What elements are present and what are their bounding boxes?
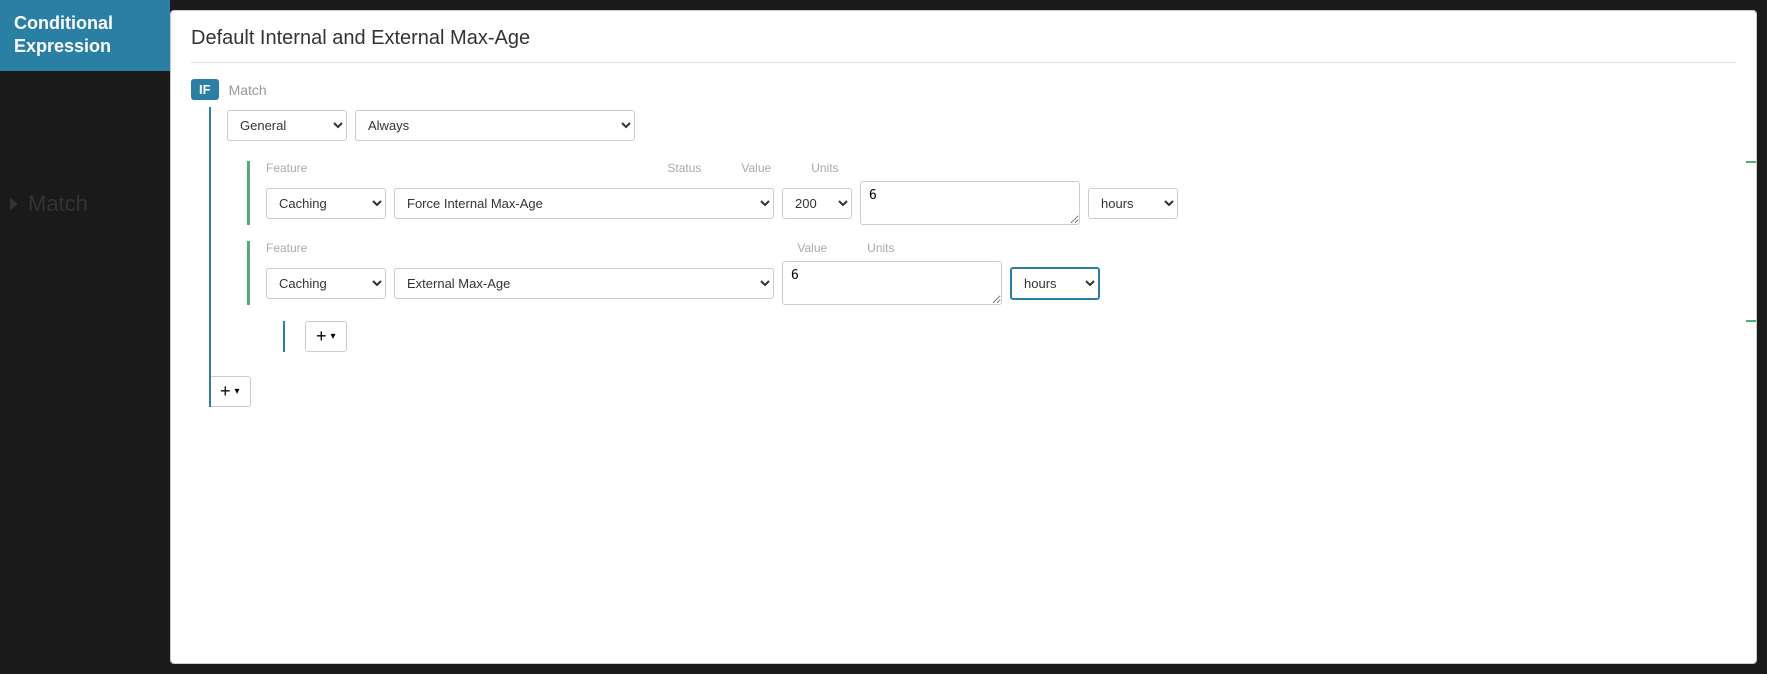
feature-1-value-input[interactable]: 6 bbox=[860, 181, 1080, 225]
features-section: Feature Status Value Units Caching Force… bbox=[247, 161, 1736, 352]
feature-1-labels: Feature Status Value Units bbox=[266, 161, 1736, 175]
feature-1-feature-label: Feature bbox=[266, 161, 307, 175]
if-match-text: Match bbox=[229, 82, 267, 98]
feature-2-name-select[interactable]: External Max-Age bbox=[394, 268, 774, 299]
feature-1-inputs: Caching Force Internal Max-Age 200 6 hou… bbox=[266, 181, 1736, 225]
feature-2-labels: Feature Value Units bbox=[266, 241, 1736, 255]
add-bottom-row: + ▾ bbox=[209, 376, 1736, 407]
match-label: Match bbox=[28, 191, 88, 217]
arrow-icon bbox=[10, 198, 18, 210]
vertical-connector-line bbox=[209, 107, 211, 407]
main-content: Default Internal and External Max-Age IF… bbox=[170, 10, 1757, 664]
feature-2-value-label: Value bbox=[797, 241, 827, 255]
if-section: IF Match General Always Feature Status V… bbox=[191, 79, 1736, 407]
feature-1-type-select[interactable]: Caching bbox=[266, 188, 386, 219]
feature-1-value-label: Value bbox=[741, 161, 771, 175]
feature-2-value-input[interactable]: 6 bbox=[782, 261, 1002, 305]
add-feature-button[interactable]: + ▾ bbox=[305, 321, 347, 352]
conditional-expression-label: Conditional Expression bbox=[0, 0, 170, 71]
feature-2-inputs: Caching External Max-Age 6 hours bbox=[266, 261, 1736, 305]
match-arrow-icon bbox=[10, 198, 22, 210]
add-bottom-plus-icon: + bbox=[220, 381, 231, 402]
feature-1-status-label: Status bbox=[667, 161, 701, 175]
feature-block-1: Feature Status Value Units Caching Force… bbox=[247, 161, 1736, 225]
match-selects-row: General Always bbox=[227, 110, 1736, 141]
if-row: IF Match bbox=[191, 79, 1736, 100]
features-brace bbox=[1746, 161, 1757, 322]
match-label-container: Match bbox=[0, 191, 170, 217]
feature-1-name-select[interactable]: Force Internal Max-Age bbox=[394, 188, 774, 219]
add-bottom-chevron-icon: ▾ bbox=[235, 386, 240, 397]
feature-2-units-label: Units bbox=[867, 241, 894, 255]
if-badge: IF bbox=[191, 79, 219, 100]
add-feature-row: + ▾ bbox=[283, 321, 1736, 352]
left-panel: Conditional Expression Match bbox=[0, 0, 170, 674]
feature-1-status-select[interactable]: 200 bbox=[782, 188, 852, 219]
match-condition-select[interactable]: Always bbox=[355, 110, 635, 141]
feature-2-units-select[interactable]: hours bbox=[1010, 267, 1100, 300]
feature-block-2: Feature Value Units Caching External Max… bbox=[247, 241, 1736, 305]
add-feature-plus-icon: + bbox=[316, 326, 327, 347]
feature-1-units-select[interactable]: hours bbox=[1088, 188, 1178, 219]
feature-2-type-select[interactable]: Caching bbox=[266, 268, 386, 299]
rule-title: Default Internal and External Max-Age bbox=[191, 27, 1736, 63]
add-feature-chevron-icon: ▾ bbox=[331, 331, 336, 342]
add-bottom-button[interactable]: + ▾ bbox=[209, 376, 251, 407]
feature-2-feature-label: Feature bbox=[266, 241, 307, 255]
match-type-select[interactable]: General bbox=[227, 110, 347, 141]
feature-1-units-label: Units bbox=[811, 161, 838, 175]
